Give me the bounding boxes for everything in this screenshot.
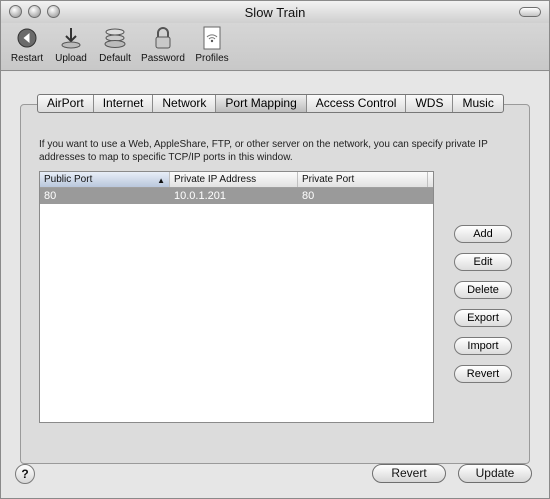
tab-airport[interactable]: AirPort <box>38 95 94 112</box>
password-tool[interactable]: Password <box>140 25 186 64</box>
default-icon <box>96 25 134 51</box>
import-button[interactable]: Import <box>454 337 512 355</box>
description-text: If you want to use a Web, AppleShare, FT… <box>39 139 488 163</box>
revert-button[interactable]: Revert <box>372 464 446 483</box>
public-port-cell: 80 <box>44 190 57 202</box>
add-button[interactable]: Add <box>454 225 512 243</box>
lock-icon <box>140 25 186 51</box>
column-header-private-port[interactable]: Private Port <box>298 172 428 187</box>
edit-button[interactable]: Edit <box>454 253 512 271</box>
restart-tool[interactable]: Restart <box>9 25 45 64</box>
tab-music[interactable]: Music <box>453 95 502 112</box>
profiles-tool[interactable]: Profiles <box>192 25 232 64</box>
profiles-label: Profiles <box>195 53 229 64</box>
restart-icon <box>9 25 45 51</box>
upload-tool[interactable]: Upload <box>52 25 90 64</box>
export-button[interactable]: Export <box>454 309 512 327</box>
title-bar: Slow Train <box>1 1 549 23</box>
content-area: AirPort Internet Network Port Mapping Ac… <box>1 72 549 498</box>
password-label: Password <box>141 53 185 64</box>
app-window: Slow Train Restart Upload Default Passwo… <box>0 0 550 499</box>
tab-port-mapping[interactable]: Port Mapping <box>216 95 307 112</box>
tab-network[interactable]: Network <box>153 95 217 112</box>
port-mapping-table[interactable]: Public Port ▲ Private IP Address Private… <box>39 171 434 423</box>
tab-wds[interactable]: WDS <box>406 95 454 112</box>
tab-access-control[interactable]: Access Control <box>307 95 407 112</box>
update-button[interactable]: Update <box>458 464 532 483</box>
table-header: Public Port ▲ Private IP Address Private… <box>40 172 433 188</box>
toolbar-toggle-button[interactable] <box>519 7 541 17</box>
upload-icon <box>52 25 90 51</box>
delete-button[interactable]: Delete <box>454 281 512 299</box>
default-tool[interactable]: Default <box>96 25 134 64</box>
private-port-cell: 80 <box>302 190 315 202</box>
profiles-icon <box>192 25 232 51</box>
tab-internet[interactable]: Internet <box>94 95 154 112</box>
toolbar: Restart Upload Default Password Profiles <box>1 23 549 71</box>
default-label: Default <box>99 53 131 64</box>
column-header-public-port[interactable]: Public Port ▲ <box>40 172 170 187</box>
private-ip-cell: 10.0.1.201 <box>174 190 226 202</box>
table-row[interactable]: 80 10.0.1.201 80 <box>40 188 433 204</box>
help-button[interactable]: ? <box>15 464 35 484</box>
upload-label: Upload <box>55 53 87 64</box>
sort-ascending-icon: ▲ <box>157 176 165 185</box>
window-title: Slow Train <box>244 5 306 20</box>
column-header-label: Public Port <box>44 174 93 185</box>
column-header-private-ip[interactable]: Private IP Address <box>170 172 298 187</box>
revert-mappings-button[interactable]: Revert <box>454 365 512 383</box>
tab-bar: AirPort Internet Network Port Mapping Ac… <box>37 94 504 113</box>
restart-label: Restart <box>10 53 44 64</box>
